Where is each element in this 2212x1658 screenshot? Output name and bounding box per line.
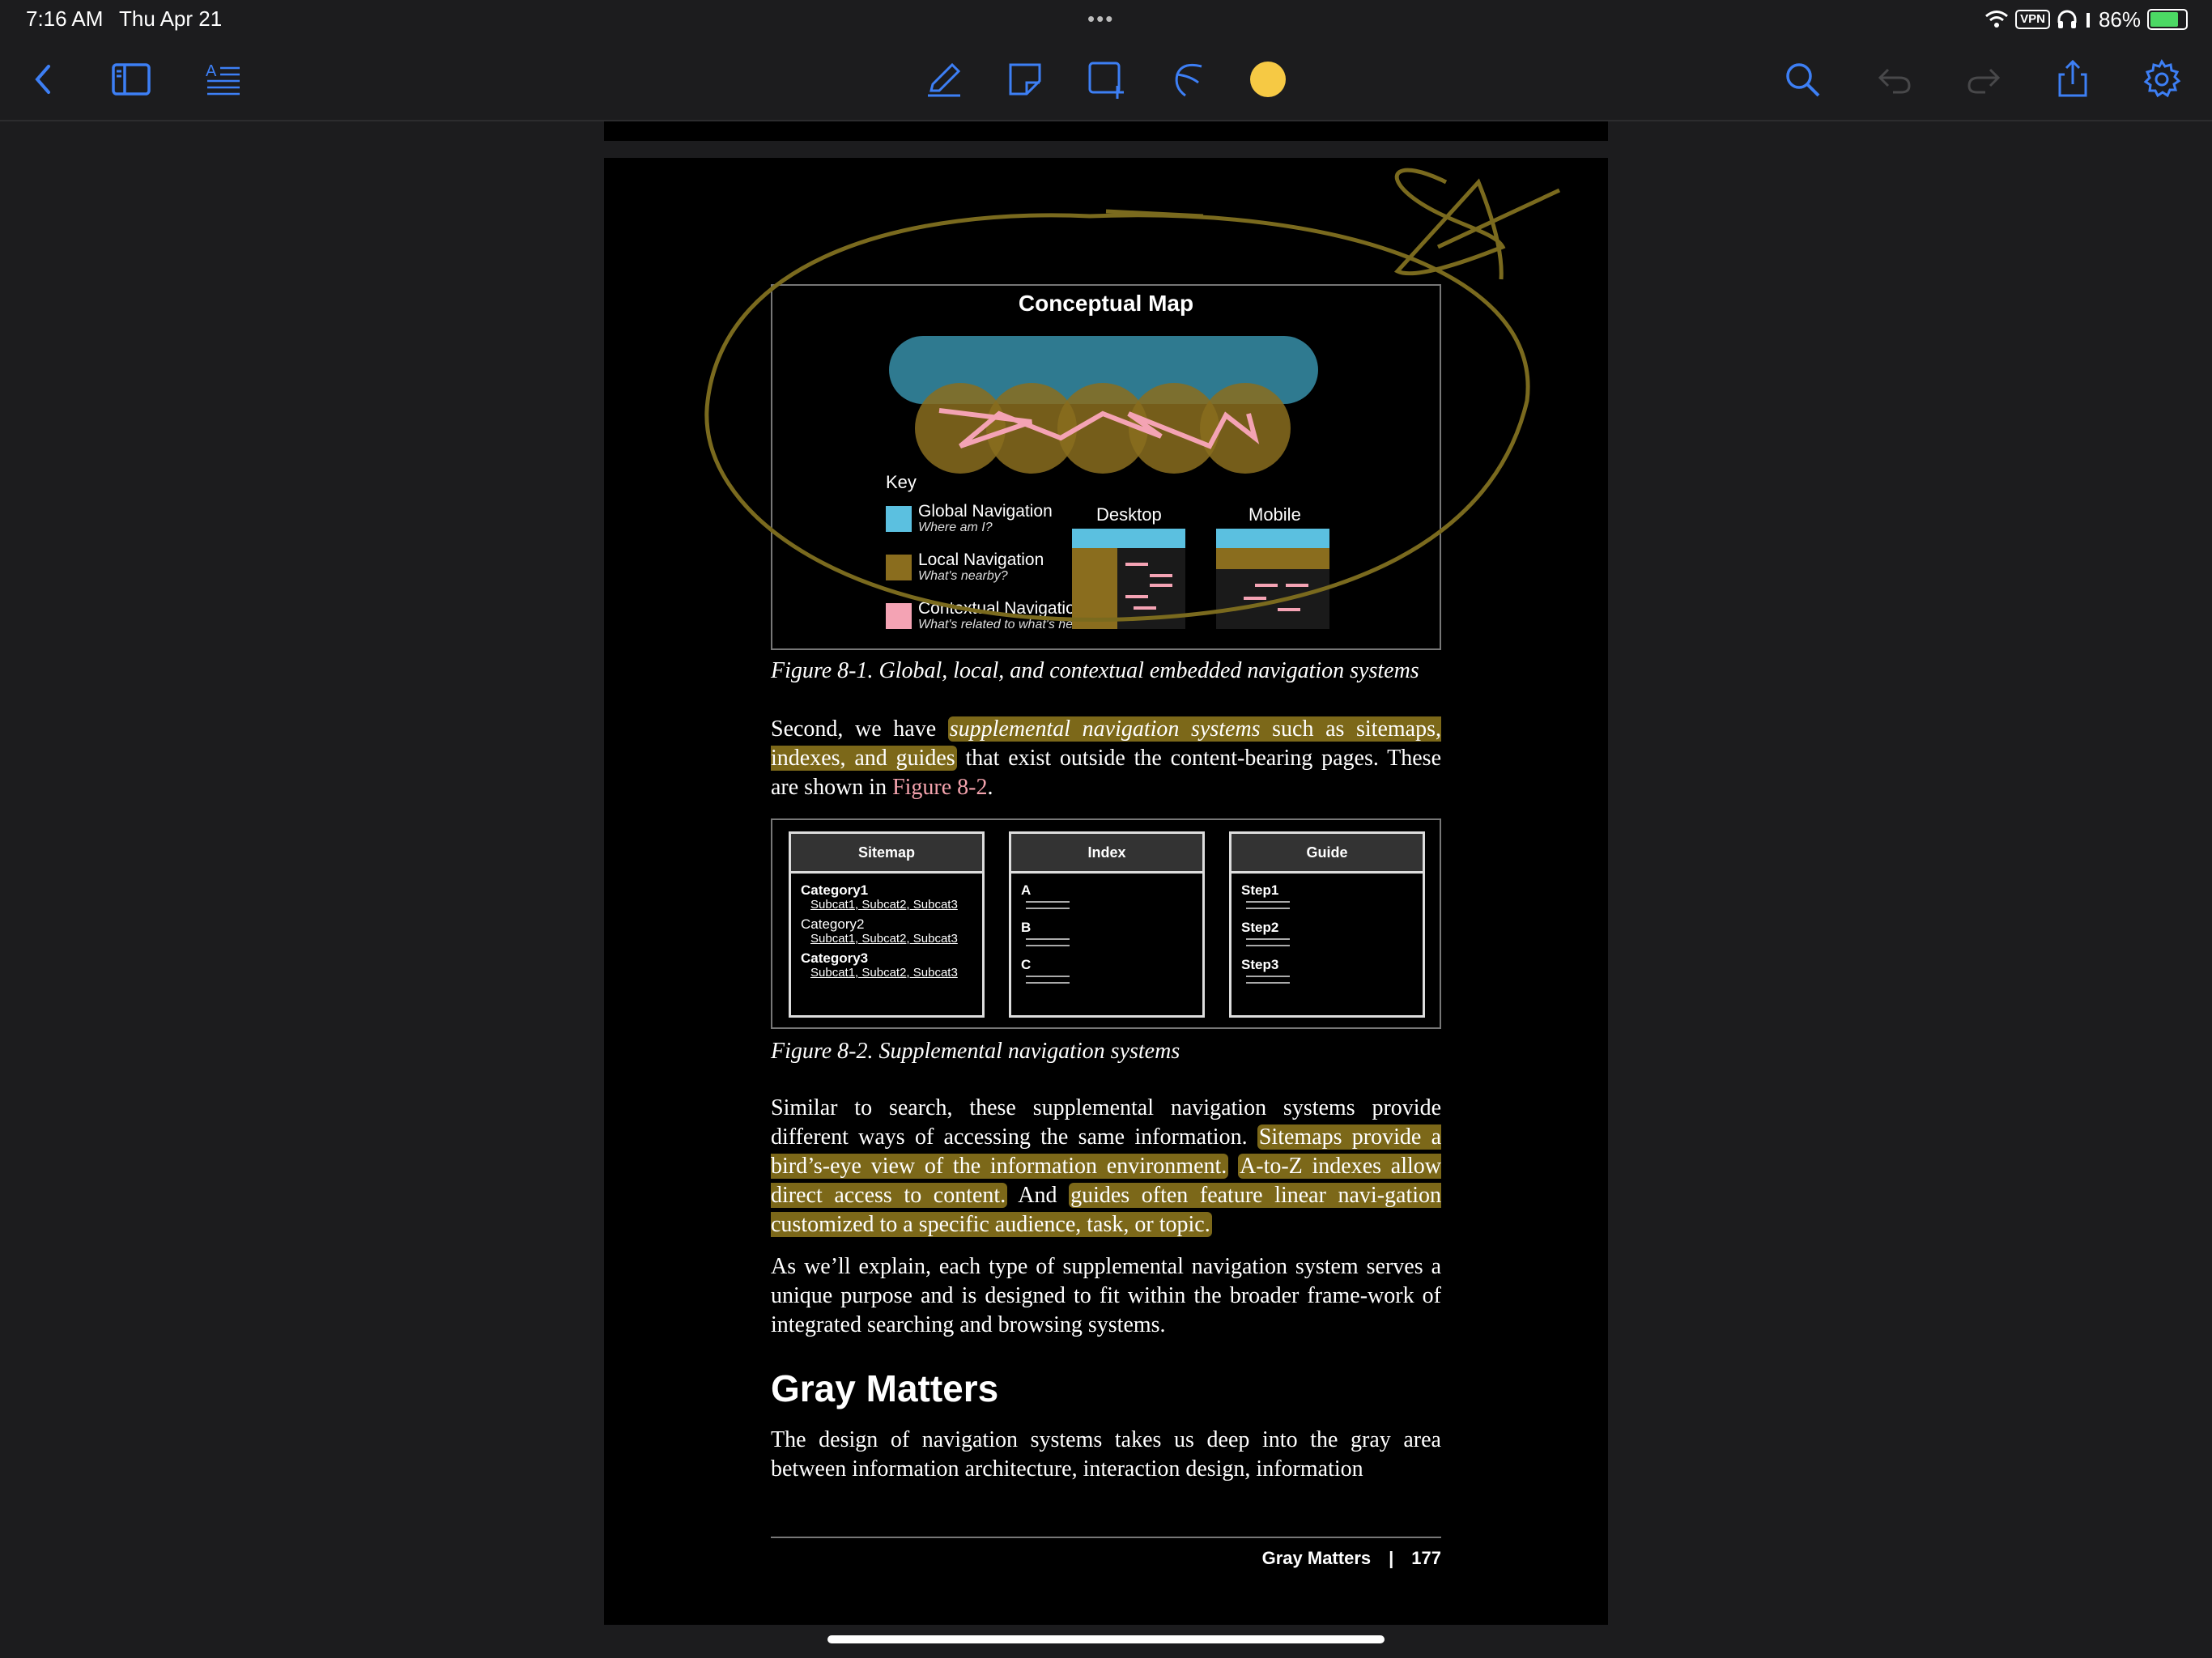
guide-title: Guide: [1231, 834, 1423, 874]
key-swatch: [886, 603, 912, 629]
key-swatch: [886, 555, 912, 580]
index-letter: A: [1021, 882, 1032, 898]
section-heading: Gray Matters: [771, 1367, 999, 1409]
key-label: Global Navigation: [918, 502, 1053, 521]
placeholder-lines: [1026, 938, 1070, 946]
guide-step: Step3: [1241, 957, 1279, 972]
sitemap-subcats: Subcat1, Subcat2, Subcat3: [810, 932, 958, 946]
paragraph-1: Second, we have supplemental navigation …: [771, 715, 1441, 802]
ink-signature: [1393, 168, 1561, 280]
key-label: Local Navigation: [918, 551, 1044, 569]
home-indicator[interactable]: [827, 1635, 1385, 1643]
signal-icon: [2086, 13, 2090, 28]
toolbar: A: [0, 39, 2212, 121]
ink-dash: [1105, 209, 1204, 219]
undo-icon[interactable]: [1872, 57, 1917, 102]
figure-title: Conceptual Map: [1018, 291, 1194, 316]
key-local-nav: Local Navigation What's nearby?: [886, 551, 1044, 584]
placeholder-lines: [1246, 901, 1290, 909]
page-number: 177: [1411, 1548, 1441, 1568]
key-sublabel: Where am I?: [918, 521, 993, 534]
key-contextual-nav: Contextual Navigation What's related to w…: [886, 600, 1091, 632]
sidebar-icon[interactable]: [108, 57, 154, 102]
sitemap-category: Category3: [801, 950, 869, 966]
status-indicators: VPN 86%: [1984, 5, 2188, 34]
guide-step: Step2: [1241, 920, 1279, 935]
footer-separator: |: [1389, 1548, 1394, 1568]
pen-icon[interactable]: [921, 57, 967, 102]
index-letter: C: [1021, 957, 1032, 972]
guide-body: Step1 Step2 Step3: [1231, 874, 1423, 988]
wifi-icon: [1985, 11, 2009, 28]
guide-step: Step1: [1241, 882, 1279, 898]
index-body: A B C: [1011, 874, 1202, 988]
key-title: Key: [886, 472, 917, 492]
add-page-icon[interactable]: [1083, 57, 1129, 102]
paragraph-3: As we’ll explain, each type of supplemen…: [771, 1254, 1441, 1337]
sitemap-subcats: Subcat1, Subcat2, Subcat3: [810, 966, 958, 980]
placeholder-lines: [1026, 901, 1070, 909]
gear-icon[interactable]: [2139, 57, 2184, 102]
svg-text:A: A: [206, 62, 217, 80]
status-time: 7:16 AM: [26, 6, 104, 31]
paragraph-2: Similar to search, these supplemental na…: [771, 1094, 1442, 1239]
sitemap-title: Sitemap: [791, 834, 982, 874]
footer-rule: [771, 1537, 1441, 1538]
key-sublabel: What's related to what's here?: [918, 618, 1092, 631]
mobile-wireframe: [1216, 529, 1329, 629]
share-icon[interactable]: [2050, 57, 2095, 102]
figure-8-2: Sitemap Category1 Subcat1, Subcat2, Subc…: [771, 818, 1441, 1029]
desktop-label: Desktop: [1096, 504, 1162, 525]
placeholder-lines: [1246, 938, 1290, 946]
index-letter: B: [1021, 920, 1032, 935]
mobile-label: Mobile: [1249, 504, 1301, 525]
lasso-icon[interactable]: [1164, 57, 1210, 102]
paragraph-4: The design of navigation systems takes u…: [771, 1427, 1441, 1482]
sitemap-box: Sitemap Category1 Subcat1, Subcat2, Subc…: [789, 831, 985, 1018]
previous-page-edge: [604, 121, 1608, 141]
search-icon[interactable]: [1780, 57, 1825, 102]
text-run: Second, we have: [771, 716, 948, 742]
placeholder-lines: [1026, 976, 1070, 984]
sitemap-subcats: Subcat1, Subcat2, Subcat3: [810, 898, 958, 912]
figure-link[interactable]: Figure 8-2: [892, 775, 987, 800]
text-run: And: [1007, 1183, 1070, 1208]
multitasking-dots[interactable]: •••: [1087, 6, 1114, 32]
sitemap-category: Category1: [801, 882, 869, 898]
page-footer: Gray Matters | 177: [1262, 1548, 1441, 1569]
figure-8-1: Conceptual Map Key Global Navigation Wher…: [771, 284, 1441, 650]
headphones-icon: [2057, 10, 2077, 28]
conceptual-map-diagram: [889, 336, 1318, 474]
sitemap-body: Category1 Subcat1, Subcat2, Subcat3 Cate…: [791, 874, 982, 985]
yellow-color-swatch[interactable]: [1250, 62, 1286, 97]
desktop-wireframe: [1072, 529, 1185, 629]
document-page[interactable]: Conceptual Map Key Global Navigation Wher…: [604, 158, 1608, 1625]
index-title: Index: [1011, 834, 1202, 874]
sitemap-category: Category2: [801, 916, 865, 932]
battery-icon: [2147, 9, 2188, 30]
footer-section: Gray Matters: [1261, 1548, 1372, 1568]
key-global-nav: Global Navigation Where am I?: [886, 503, 1053, 535]
highlight-text: supplemental navigation systems: [949, 716, 1261, 742]
figure-8-1-caption: Figure 8-1. Global, local, and contextua…: [771, 658, 1419, 683]
status-date: Thu Apr 21: [119, 6, 223, 31]
shape-icon[interactable]: [1002, 57, 1048, 102]
index-box: Index A B C: [1009, 831, 1205, 1018]
key-label: Contextual Navigation: [918, 599, 1085, 618]
placeholder-lines: [1246, 976, 1290, 984]
color-picker[interactable]: [1245, 57, 1291, 102]
redo-icon[interactable]: [1961, 57, 2006, 102]
key-swatch: [886, 506, 912, 532]
text-run: [1228, 1154, 1238, 1179]
text-outline-icon[interactable]: A: [201, 57, 246, 102]
guide-box: Guide Step1 Step2 Step3: [1229, 831, 1425, 1018]
battery-percent: 86%: [2098, 6, 2141, 32]
figure-8-2-caption: Figure 8-2. Supplemental navigation syst…: [771, 1039, 1180, 1064]
back-chevron-icon[interactable]: [21, 57, 66, 102]
key-sublabel: What's nearby?: [918, 569, 1008, 583]
text-run: .: [987, 775, 993, 800]
vpn-badge: VPN: [2015, 10, 2050, 29]
status-bar: 7:16 AM Thu Apr 21 ••• VPN 86%: [0, 0, 2212, 39]
